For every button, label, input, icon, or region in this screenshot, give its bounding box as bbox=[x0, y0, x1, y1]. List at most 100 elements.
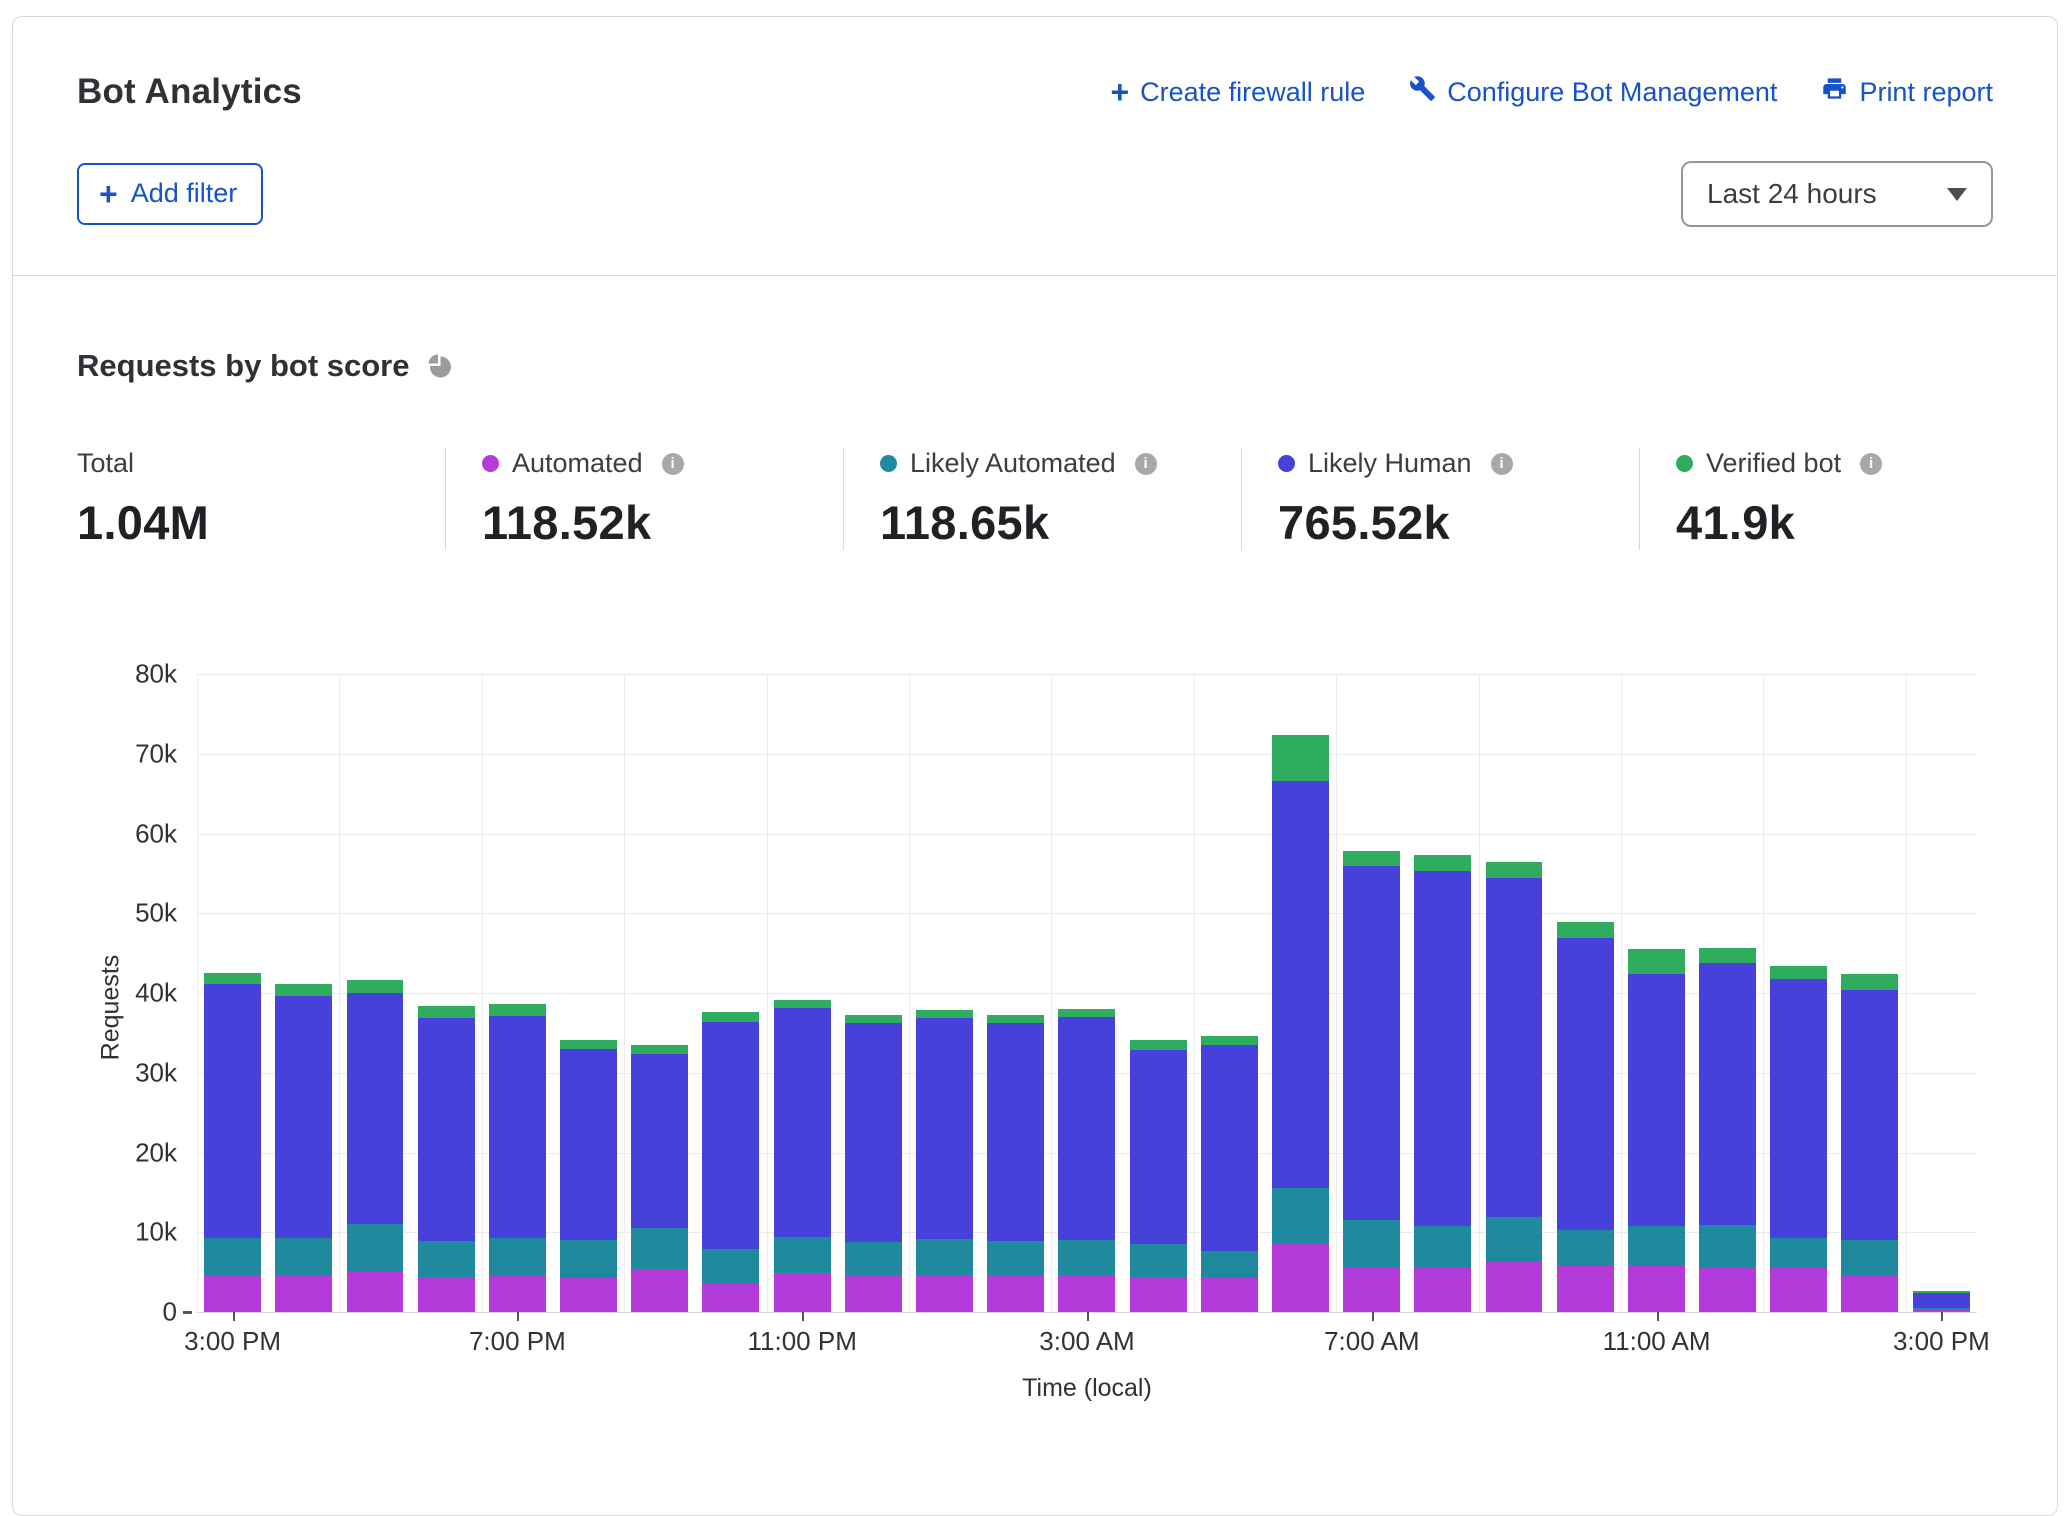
bar-slot bbox=[980, 674, 1051, 1312]
chart-bar[interactable] bbox=[916, 1010, 973, 1312]
chart-plot-area: Time (local) 3:00 PM7:00 PM11:00 PM3:00 … bbox=[197, 674, 1977, 1312]
chart-bar[interactable] bbox=[347, 980, 404, 1312]
chart-bar[interactable] bbox=[631, 1045, 688, 1312]
stat-label-row: Automated i bbox=[482, 448, 843, 479]
bar-slot bbox=[1478, 674, 1549, 1312]
stat-label: Verified bot bbox=[1706, 448, 1841, 479]
stat-label: Automated bbox=[512, 448, 643, 479]
header-actions: + Create firewall rule Configure Bot Man… bbox=[1110, 75, 1993, 109]
bar-segment-likely-human bbox=[1770, 979, 1827, 1238]
wrench-icon bbox=[1409, 75, 1436, 109]
x-axis-label: 11:00 AM bbox=[1603, 1326, 1711, 1357]
stat-label-row: Likely Humani bbox=[1278, 448, 1639, 479]
stat-block-likely-automated: Likely Automatedi118.65k bbox=[843, 448, 1241, 550]
chart-bar[interactable] bbox=[560, 1040, 617, 1312]
chart-bar[interactable] bbox=[774, 1000, 831, 1312]
bar-segment-verified-bot bbox=[1130, 1040, 1187, 1050]
bar-segment-automated bbox=[1343, 1268, 1400, 1312]
axis-tick bbox=[802, 1312, 804, 1321]
chart-bar[interactable] bbox=[1343, 851, 1400, 1312]
y-axis-label: 50k bbox=[77, 898, 177, 929]
bar-slot bbox=[1550, 674, 1621, 1312]
chevron-down-icon bbox=[1947, 188, 1967, 201]
x-axis-label: 7:00 PM bbox=[469, 1326, 566, 1357]
bar-segment-automated bbox=[631, 1269, 688, 1312]
bar-segment-likely-human bbox=[845, 1023, 902, 1242]
bar-slot bbox=[411, 674, 482, 1312]
chart-bar[interactable] bbox=[987, 1015, 1044, 1312]
bar-slot bbox=[1194, 674, 1265, 1312]
chart-bar[interactable] bbox=[1201, 1036, 1258, 1312]
bar-segment-automated bbox=[1841, 1275, 1898, 1312]
chart-bar[interactable] bbox=[702, 1012, 759, 1312]
page-title: Bot Analytics bbox=[77, 69, 302, 115]
chart-bar[interactable] bbox=[1486, 862, 1543, 1312]
chart-bar[interactable] bbox=[1130, 1040, 1187, 1312]
chart-bar[interactable] bbox=[1628, 949, 1685, 1312]
bar-segment-verified-bot bbox=[1058, 1009, 1115, 1017]
stat-label-row: Likely Automatedi bbox=[880, 448, 1241, 479]
stat-block-total: Total1.04M bbox=[77, 448, 445, 550]
info-icon[interactable]: i bbox=[1491, 453, 1513, 475]
bar-segment-likely-automated bbox=[1557, 1230, 1614, 1266]
chart-bar[interactable] bbox=[1557, 922, 1614, 1312]
configure-bot-management-label: Configure Bot Management bbox=[1447, 77, 1777, 108]
bar-segment-likely-automated bbox=[1058, 1240, 1115, 1275]
chart-bar[interactable] bbox=[1841, 974, 1898, 1312]
bar-segment-verified-bot bbox=[1272, 735, 1329, 781]
x-axis-label: 11:00 PM bbox=[748, 1326, 857, 1357]
x-axis-label: 3:00 PM bbox=[1893, 1326, 1990, 1357]
y-axis-labels: 010k20k30k40k50k60k70k80k bbox=[77, 674, 177, 1312]
bar-segment-likely-automated bbox=[418, 1241, 475, 1277]
bar-slot bbox=[838, 674, 909, 1312]
bar-segment-likely-human bbox=[1272, 781, 1329, 1188]
section-title: Requests by bot score bbox=[77, 348, 409, 384]
bar-slot bbox=[1692, 674, 1763, 1312]
info-icon[interactable]: i bbox=[1860, 453, 1882, 475]
bar-segment-likely-automated bbox=[774, 1237, 831, 1273]
chart-bar[interactable] bbox=[845, 1015, 902, 1312]
bar-segment-likely-human bbox=[1058, 1017, 1115, 1240]
chart-bar[interactable] bbox=[1272, 735, 1329, 1312]
bar-segment-verified-bot bbox=[418, 1006, 475, 1018]
info-icon[interactable]: i bbox=[1135, 453, 1157, 475]
bar-segment-likely-human bbox=[702, 1022, 759, 1249]
bar-segment-likely-human bbox=[1913, 1293, 1970, 1308]
bar-slot bbox=[909, 674, 980, 1312]
print-report-link[interactable]: Print report bbox=[1821, 75, 1993, 109]
time-range-select[interactable]: Last 24 hours bbox=[1681, 161, 1993, 227]
add-filter-button[interactable]: + Add filter bbox=[77, 163, 263, 225]
chart-bar[interactable] bbox=[204, 973, 261, 1312]
chart-bar[interactable] bbox=[418, 1006, 475, 1312]
chart-bar[interactable] bbox=[275, 984, 332, 1312]
configure-bot-management-link[interactable]: Configure Bot Management bbox=[1409, 75, 1777, 109]
create-firewall-rule-link[interactable]: + Create firewall rule bbox=[1110, 77, 1365, 108]
bar-segment-automated bbox=[845, 1275, 902, 1312]
bar-slot bbox=[1051, 674, 1122, 1312]
chart-bar[interactable] bbox=[1058, 1009, 1115, 1312]
bar-segment-verified-bot bbox=[1628, 949, 1685, 974]
info-icon[interactable]: i bbox=[662, 453, 684, 475]
stat-label-row: Total bbox=[77, 448, 445, 479]
card-header: Bot Analytics + Create firewall rule Con… bbox=[13, 17, 2057, 115]
bar-segment-likely-human bbox=[1557, 938, 1614, 1230]
bar-segment-likely-automated bbox=[204, 1238, 261, 1275]
chart-bar[interactable] bbox=[1699, 948, 1756, 1312]
stats-row: Total1.04MAutomatedi118.52kLikely Automa… bbox=[77, 448, 1993, 550]
bar-segment-likely-human bbox=[1343, 866, 1400, 1220]
bar-segment-automated bbox=[916, 1275, 973, 1312]
bar-segment-likely-human bbox=[1628, 974, 1685, 1226]
chart-bar[interactable] bbox=[1913, 1291, 1970, 1312]
bar-slot bbox=[695, 674, 766, 1312]
bar-segment-verified-bot bbox=[1343, 851, 1400, 866]
chart-bar[interactable] bbox=[1770, 966, 1827, 1312]
x-axis-title: Time (local) bbox=[197, 1374, 1977, 1403]
bar-segment-likely-human bbox=[916, 1018, 973, 1239]
chart-bar[interactable] bbox=[1414, 855, 1471, 1312]
bar-segment-automated bbox=[560, 1278, 617, 1312]
bar-segment-likely-automated bbox=[1486, 1217, 1543, 1262]
bar-slot bbox=[1621, 674, 1692, 1312]
bar-slot bbox=[553, 674, 624, 1312]
stat-value: 765.52k bbox=[1278, 495, 1639, 550]
chart-bar[interactable] bbox=[489, 1004, 546, 1312]
